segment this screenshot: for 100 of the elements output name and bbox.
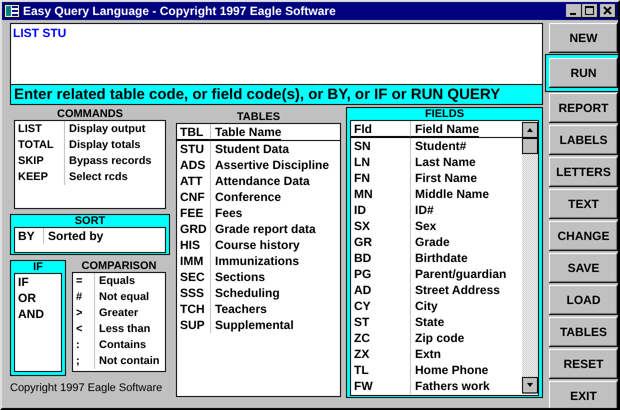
- field-name: Grade: [410, 234, 450, 250]
- toolbar-button[interactable]: TABLES: [549, 317, 618, 347]
- column-header: Table Name: [210, 124, 282, 140]
- toolbar-button[interactable]: EXIT: [549, 381, 618, 408]
- section-title: FIELDS: [424, 108, 466, 120]
- table-code: GRD: [179, 221, 208, 237]
- field-name: Middle Name: [410, 186, 490, 202]
- command-description: Display output: [64, 121, 146, 137]
- toolbar-button[interactable]: RESET: [549, 349, 618, 379]
- field-name: State: [410, 314, 444, 330]
- field-name: First Name: [410, 170, 478, 186]
- operator-description: Equals: [94, 273, 136, 289]
- field-name: Fathers work: [410, 378, 490, 394]
- field-code: GR: [353, 234, 373, 250]
- table-name: Scheduling: [210, 285, 280, 301]
- column-header: Field Name: [410, 121, 480, 137]
- maximize-icon[interactable]: [582, 4, 598, 18]
- field-code: ID: [353, 202, 367, 218]
- field-code: TL: [353, 362, 370, 378]
- column-header: Fld: [351, 121, 410, 137]
- table-name: Assertive Discipline: [210, 157, 330, 173]
- if-keyword: IF: [17, 274, 29, 290]
- copyright-text: Copyright 1997 Eagle Software: [10, 382, 164, 394]
- field-name: Sex: [410, 218, 436, 234]
- close-icon[interactable]: [600, 4, 616, 18]
- command-code: KEEP: [17, 170, 49, 185]
- sort-description: Sorted by: [43, 228, 104, 244]
- table-code: STU: [179, 141, 205, 157]
- field-code: PG: [353, 266, 372, 282]
- field-code: LN: [353, 154, 371, 170]
- table-name: Teachers: [210, 301, 267, 317]
- table-name: Student Data: [210, 141, 290, 157]
- field-name: ID#: [410, 202, 434, 218]
- command-description: Display totals: [64, 137, 141, 153]
- toolbar-button[interactable]: NEW: [549, 23, 618, 53]
- field-name: Extn: [410, 346, 442, 362]
- field-code: SN: [353, 138, 372, 154]
- field-code: CY: [353, 298, 372, 314]
- table-name: Grade report data: [210, 221, 316, 237]
- operator-description: Greater: [94, 305, 138, 321]
- field-name: City: [410, 298, 438, 314]
- if-keyword: AND: [17, 306, 44, 322]
- field-code: FN: [353, 170, 371, 186]
- field-name: Zip code: [410, 330, 464, 346]
- field-name: Parent/guardian: [410, 266, 506, 282]
- commands-list[interactable]: LIST Display output TOTAL Display totals SKIP Bypass records KEEP Select rcds: [14, 120, 166, 209]
- table-code: ATT: [179, 173, 204, 189]
- field-code: ST: [353, 314, 370, 330]
- table-code: TCH: [179, 301, 206, 317]
- table-code: CNF: [179, 189, 206, 205]
- minimize-icon[interactable]: [566, 4, 582, 18]
- table-name: Immunizations: [210, 253, 300, 269]
- query-input-field[interactable]: LIST STU: [10, 23, 543, 85]
- if-keyword: OR: [17, 290, 36, 306]
- section-title: COMMANDS: [56, 108, 124, 120]
- toolbar-button[interactable]: LETTERS: [549, 157, 618, 187]
- operator-symbol: >: [75, 306, 84, 321]
- command-code: SKIP: [17, 154, 45, 169]
- toolbar-button[interactable]: RUN: [549, 58, 618, 88]
- table-name: Course history: [210, 237, 300, 253]
- toolbar-button[interactable]: SAVE: [549, 253, 618, 283]
- toolbar-button[interactable]: CHANGE: [549, 221, 618, 251]
- toolbar-button[interactable]: TEXT: [549, 189, 618, 219]
- field-name: Last Name: [410, 154, 476, 170]
- window-title: Easy Query Language - Copyright 1997 Eagle Software: [23, 4, 336, 18]
- sort-list[interactable]: BY Sorted by: [14, 227, 166, 253]
- table-name: Fees: [210, 205, 242, 221]
- section-title: IF: [32, 261, 44, 273]
- operator-symbol: <: [75, 322, 84, 337]
- toolbar-button[interactable]: REPORT: [549, 93, 618, 123]
- prompt-bar: Enter related table code, or field code(s), or BY, or IF or RUN QUERY: [10, 85, 543, 105]
- table-code: ADS: [179, 157, 206, 173]
- vertical-scrollbar[interactable]: [522, 122, 538, 394]
- field-code: MN: [353, 186, 374, 202]
- table-name: Attendance Data: [210, 173, 310, 189]
- field-code: BD: [353, 250, 372, 266]
- operator-symbol: =: [75, 274, 84, 289]
- command-code: TOTAL: [17, 138, 55, 153]
- field-code: ZX: [353, 346, 370, 362]
- comparison-list[interactable]: = Equals # Not equal > Greater < Less than : Contains ; Not contain: [72, 272, 166, 372]
- field-name: Birthdate: [410, 250, 468, 266]
- command-description: Bypass records: [64, 153, 152, 169]
- section-title: SORT: [74, 215, 106, 227]
- table-name: Supplemental: [210, 317, 294, 333]
- command-code: LIST: [17, 122, 43, 137]
- field-name: Student#: [410, 138, 466, 154]
- toolbar-button[interactable]: LABELS: [549, 125, 618, 155]
- table-code: HIS: [179, 237, 202, 253]
- table-code: FEE: [179, 205, 204, 221]
- tables-list[interactable]: [176, 123, 341, 397]
- table-name: Sections: [210, 269, 266, 285]
- sort-code: BY: [17, 228, 36, 244]
- section-title: TABLES: [236, 111, 282, 123]
- if-list[interactable]: IF OR AND: [14, 273, 62, 372]
- toolbar-button[interactable]: LOAD: [549, 285, 618, 315]
- field-name: Street Address: [410, 282, 500, 298]
- operator-symbol: ;: [75, 354, 81, 369]
- operator-description: Not contain: [94, 353, 160, 369]
- operator-description: Contains: [94, 337, 146, 353]
- section-title: COMPARISON: [80, 260, 158, 272]
